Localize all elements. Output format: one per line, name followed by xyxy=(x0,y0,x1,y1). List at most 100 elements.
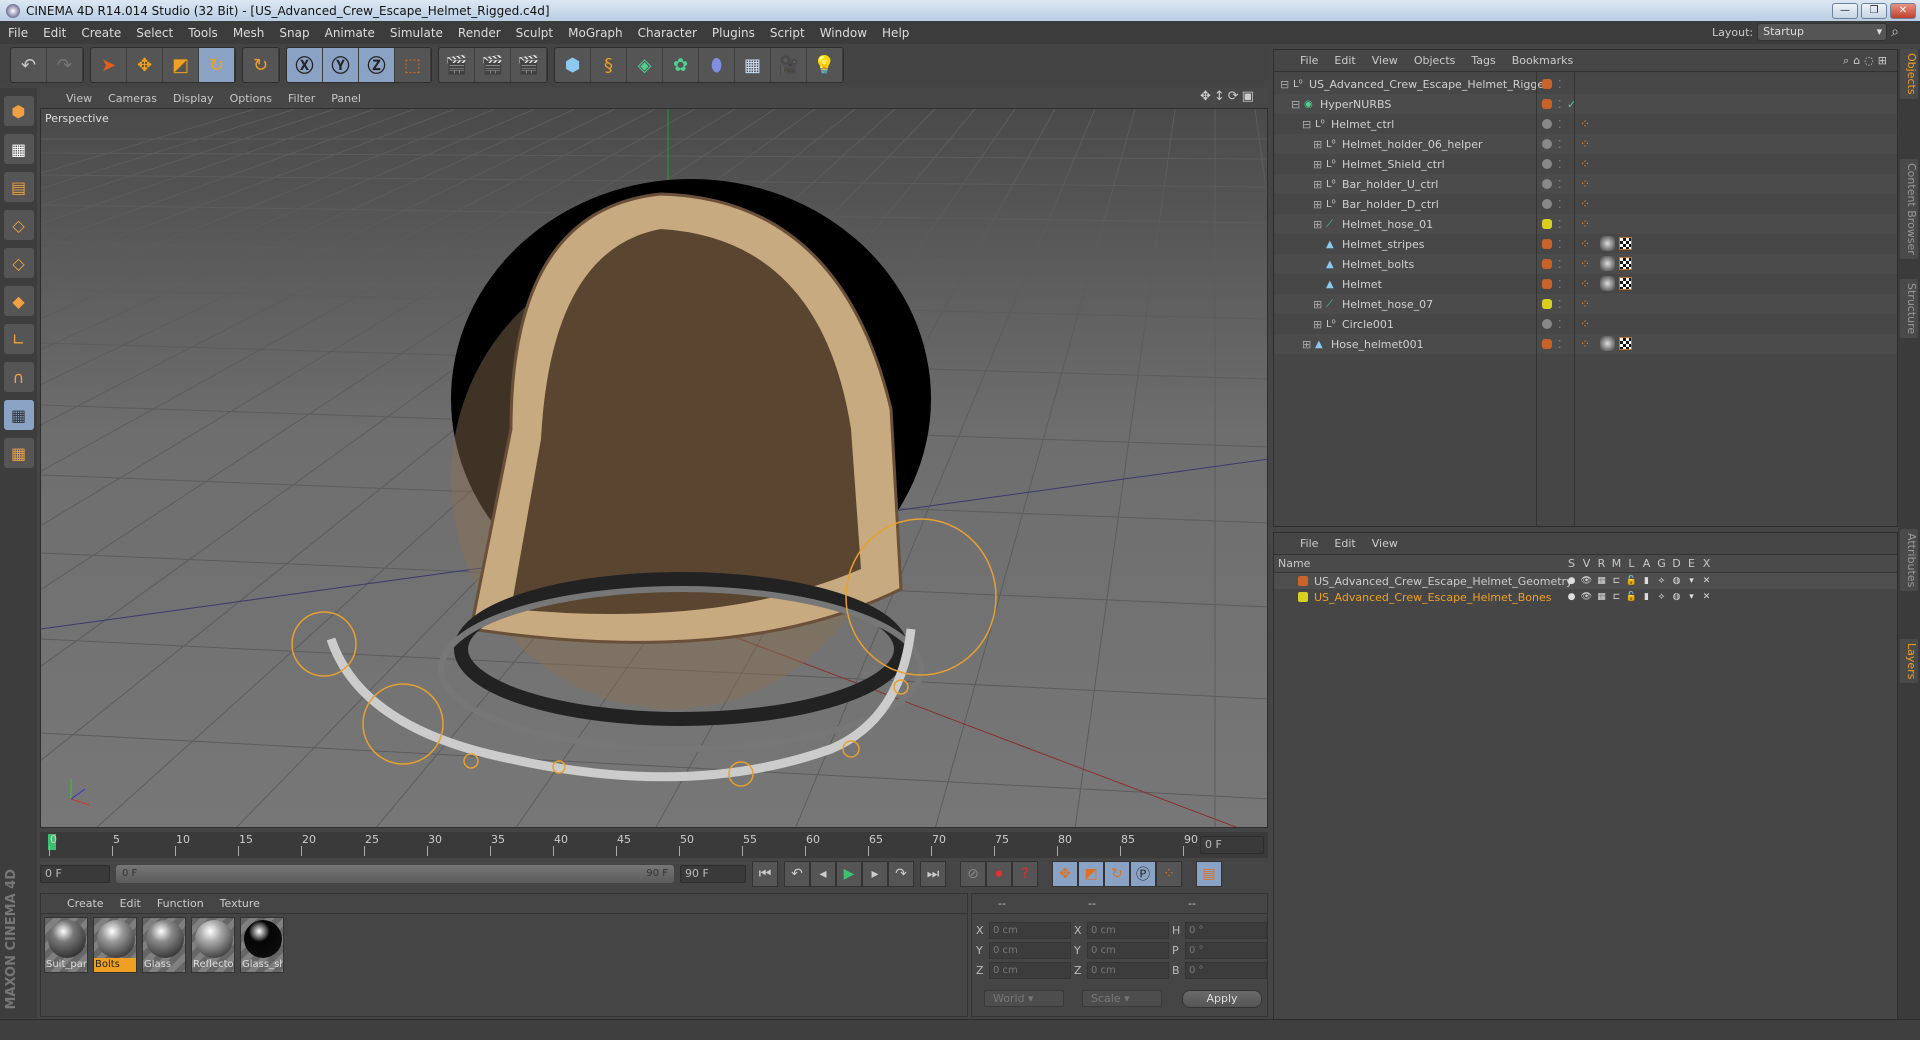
layer-color-swatch[interactable] xyxy=(1542,339,1552,349)
coord-field[interactable]: 0 cm xyxy=(989,962,1071,979)
visibility-dots-icon[interactable]: ⁚ xyxy=(1558,78,1562,91)
visibility-dots-icon[interactable]: ⁚ xyxy=(1558,98,1562,111)
menu-mesh[interactable]: Mesh xyxy=(233,26,265,40)
layer-column-r[interactable]: R xyxy=(1594,555,1609,572)
expand-toggle-icon[interactable]: ⊞ xyxy=(1313,298,1322,311)
material-swatch[interactable]: Suit_par xyxy=(44,917,88,973)
object-menu-tags[interactable]: Tags xyxy=(1471,54,1495,67)
visibility-dots-icon[interactable]: ⁚ xyxy=(1558,338,1562,351)
key-rotation-icon[interactable]: ↻ xyxy=(1104,861,1130,887)
visibility-dots-icon[interactable]: ⁚ xyxy=(1558,218,1562,231)
layer-menu-file[interactable]: File xyxy=(1300,537,1318,550)
viewport-3d[interactable]: Perspective xyxy=(40,108,1268,828)
scale-tool-icon[interactable]: ◩ xyxy=(163,48,199,82)
object-name[interactable]: Helmet_ctrl xyxy=(1331,118,1394,131)
object-name[interactable]: Helmet xyxy=(1342,278,1382,291)
layer-toggle-icon[interactable]: ▦ xyxy=(1594,576,1609,586)
coord-field[interactable]: 0 ° xyxy=(1185,942,1267,959)
expand-toggle-icon[interactable]: ⊞ xyxy=(1313,218,1322,231)
layer-color-swatch[interactable] xyxy=(1542,99,1552,109)
lock-icon[interactable]: ▦ xyxy=(3,438,34,468)
layer-toggle-icon[interactable]: ⊏ xyxy=(1609,576,1624,586)
layer-toggle-icon[interactable]: 🔓 xyxy=(1624,576,1639,586)
expand-toggle-icon[interactable]: ⊞ xyxy=(1313,178,1322,191)
uvw-tag-icon[interactable] xyxy=(1619,237,1632,250)
object-row[interactable]: ▲ Helmet_bolts ⁚ ⁘ xyxy=(1274,254,1897,274)
coord-field[interactable]: 0 cm xyxy=(989,942,1071,959)
material-tag-icon[interactable] xyxy=(1600,276,1615,291)
material-swatch[interactable]: Glass xyxy=(142,917,186,973)
layer-toggle-icon[interactable]: 👁 xyxy=(1579,576,1594,586)
material-menu-texture[interactable]: Texture xyxy=(220,897,260,910)
ik-tag-icon[interactable]: ⁘ xyxy=(1580,137,1590,151)
ik-tag-icon[interactable]: ⁘ xyxy=(1580,317,1590,331)
grid-snap-icon[interactable]: ▦ xyxy=(3,400,34,430)
ik-tag-icon[interactable]: ⁘ xyxy=(1580,237,1590,251)
object-row[interactable]: ⊞ ▲ Hose_helmet001 ⁚ ⁘ xyxy=(1274,334,1897,354)
menu-create[interactable]: Create xyxy=(81,26,121,40)
viewport-menu-cameras[interactable]: Cameras xyxy=(108,92,157,105)
object-row[interactable]: ⊟ ◉ HyperNURBS ⁚ ✓ xyxy=(1274,94,1897,114)
object-row[interactable]: ⊞ L⁰ Circle001 ⁚ ⁘ xyxy=(1274,314,1897,334)
material-menu-edit[interactable]: Edit xyxy=(120,897,141,910)
motion-record-icon[interactable]: ⊘ xyxy=(960,861,986,887)
expand-toggle-icon[interactable]: ⊞ xyxy=(1313,138,1322,151)
uvw-tag-icon[interactable] xyxy=(1619,257,1632,270)
visibility-dots-icon[interactable]: ⁚ xyxy=(1558,318,1562,331)
menu-character[interactable]: Character xyxy=(638,26,697,40)
workplane-icon[interactable]: ▤ xyxy=(3,172,34,202)
layer-toggle-icon[interactable]: ▾ xyxy=(1684,592,1699,602)
x-axis-icon[interactable]: Ⓧ xyxy=(287,48,323,82)
coord-field[interactable]: 0 cm xyxy=(1087,962,1169,979)
undo-icon[interactable]: ↶ xyxy=(11,48,47,82)
layer-color-swatch[interactable] xyxy=(1542,239,1552,249)
layer-color-swatch[interactable] xyxy=(1542,179,1552,189)
layer-color-swatch[interactable] xyxy=(1542,79,1552,89)
object-name[interactable]: Circle001 xyxy=(1342,318,1394,331)
visibility-dots-icon[interactable]: ⁚ xyxy=(1558,298,1562,311)
object-name[interactable]: Bar_holder_D_ctrl xyxy=(1342,198,1439,211)
prev-key-icon[interactable]: ↶ xyxy=(784,861,810,887)
object-menu-objects[interactable]: Objects xyxy=(1414,54,1456,67)
rotate-tool-icon[interactable]: ↻ xyxy=(199,48,235,82)
ik-tag-icon[interactable]: ⁘ xyxy=(1580,337,1590,351)
layer-toggle-icon[interactable]: ◍ xyxy=(1669,576,1684,586)
layer-color-swatch[interactable] xyxy=(1298,592,1308,602)
object-row[interactable]: ⊞ ⟋ Helmet_hose_01 ⁚ ⁘ xyxy=(1274,214,1897,234)
layer-row[interactable]: US_Advanced_Crew_Escape_Helmet_Geometry ●… xyxy=(1274,573,1897,589)
floor-icon[interactable]: ▦ xyxy=(735,48,771,82)
layer-column-e[interactable]: E xyxy=(1684,555,1699,572)
object-row[interactable]: ▲ Helmet ⁚ ⁘ xyxy=(1274,274,1897,294)
coord-field[interactable]: 0 ° xyxy=(1185,962,1267,979)
material-tag-icon[interactable] xyxy=(1600,336,1615,351)
uvw-tag-icon[interactable] xyxy=(1619,337,1632,350)
layer-toggle-icon[interactable]: ▮ xyxy=(1639,576,1654,586)
layer-menu-edit[interactable]: Edit xyxy=(1334,537,1355,550)
layer-color-swatch[interactable] xyxy=(1542,299,1552,309)
layout-dropdown[interactable]: Startup ▾ xyxy=(1757,23,1888,41)
minimize-button[interactable]: — xyxy=(1832,2,1858,19)
menu-plugins[interactable]: Plugins xyxy=(712,26,755,40)
polygons-mode-icon[interactable]: ◆ xyxy=(3,286,34,316)
layer-toggle-icon[interactable]: ● xyxy=(1564,576,1579,586)
object-row[interactable]: ⊞ ⟋ Helmet_hose_07 ⁚ ⁘ xyxy=(1274,294,1897,314)
layer-menu-view[interactable]: View xyxy=(1372,537,1398,550)
timeline-window-icon[interactable]: ▤ xyxy=(1196,861,1222,887)
object-name[interactable]: Helmet_stripes xyxy=(1342,238,1425,251)
object-name[interactable]: Helmet_bolts xyxy=(1342,258,1414,271)
viewport-menu-filter[interactable]: Filter xyxy=(288,92,315,105)
object-row[interactable]: ⊞ L⁰ Bar_holder_D_ctrl ⁚ ⁘ xyxy=(1274,194,1897,214)
object-row[interactable]: ⊞ L⁰ Bar_holder_U_ctrl ⁚ ⁘ xyxy=(1274,174,1897,194)
z-axis-icon[interactable]: Ⓩ xyxy=(359,48,395,82)
menu-tools[interactable]: Tools xyxy=(188,26,218,40)
object-menu-view[interactable]: View xyxy=(1372,54,1398,67)
material-swatch[interactable]: Bolts xyxy=(93,917,137,973)
keyframe-help-icon[interactable]: ? xyxy=(1012,861,1038,887)
ik-tag-icon[interactable]: ⁘ xyxy=(1580,157,1590,171)
material-swatch[interactable]: Glass_sh xyxy=(240,917,284,973)
ik-tag-icon[interactable]: ⁘ xyxy=(1580,297,1590,311)
ik-tag-icon[interactable]: ⁘ xyxy=(1580,217,1590,231)
layer-color-swatch[interactable] xyxy=(1542,219,1552,229)
cube-icon[interactable]: ⬢ xyxy=(555,48,591,82)
model-mode-icon[interactable]: ⬢ xyxy=(3,96,34,126)
